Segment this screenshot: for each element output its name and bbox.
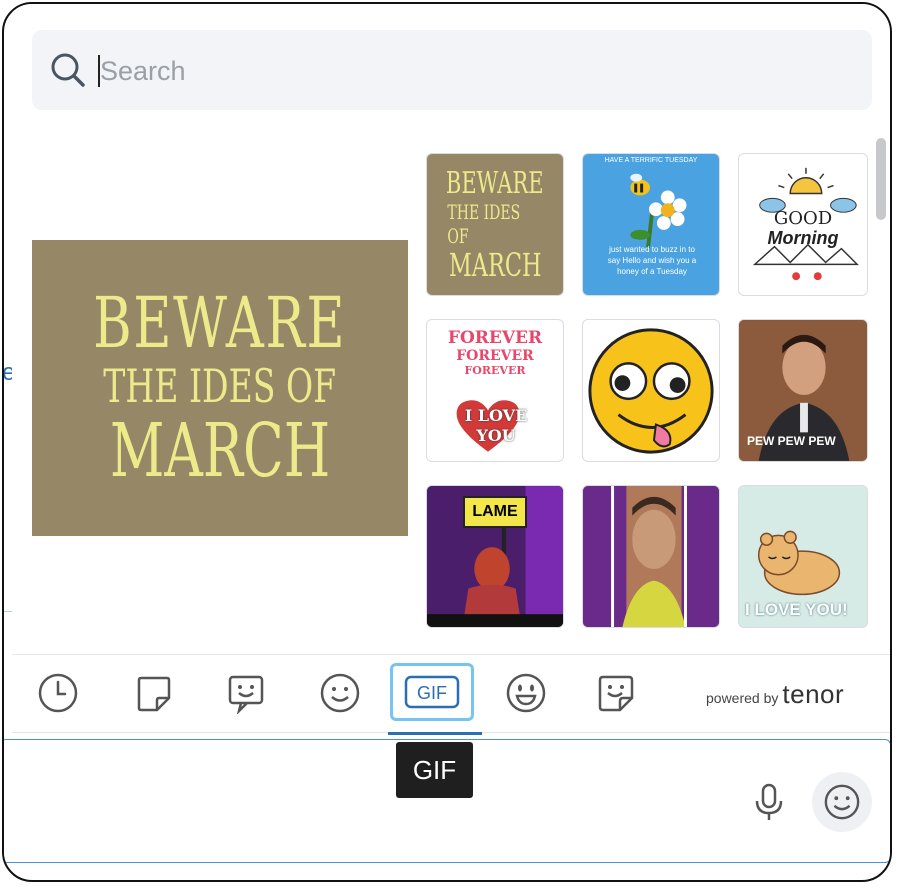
scrollbar-thumb[interactable]	[876, 138, 886, 220]
category-custom-stickers[interactable]	[588, 665, 644, 721]
gif-tile-text: Morning	[767, 228, 839, 248]
gif-tile-text: THE IDES OF	[447, 199, 521, 248]
gif-icon: GIF	[404, 675, 460, 709]
custom-sticker-icon	[598, 675, 634, 712]
gif-tile-sign: LAME	[463, 496, 527, 528]
featured-gif-text-line3: MARCH	[109, 408, 331, 494]
category-custom-emoji[interactable]	[218, 665, 274, 721]
category-animated-emoji[interactable]	[498, 665, 554, 721]
search-icon	[51, 53, 85, 87]
sticker-icon	[137, 676, 171, 712]
gif-tile[interactable]: HAVE A TERRIFIC TUESDAY just wanted to b…	[582, 153, 720, 296]
animated-emoji-icon	[506, 673, 546, 713]
gif-tile[interactable]: GOOD Morning	[738, 153, 868, 296]
featured-gif-text-line1: BEWARE	[93, 282, 347, 364]
gif-tile-text: MARCH	[448, 245, 542, 284]
gif-tile-text: FOREVER	[456, 348, 534, 364]
gif-tile[interactable]: LAME	[426, 485, 564, 628]
category-recent[interactable]	[30, 665, 86, 721]
silly-face-emoji-icon	[588, 328, 714, 454]
gif-tile-caption: PEW PEW PEW	[747, 434, 836, 448]
gif-tile-text: I LOVE YOU	[464, 406, 528, 445]
gif-tile-text: BEWARE	[446, 165, 544, 201]
custom-emoji-icon	[228, 675, 264, 714]
category-bar: GIF powered by tenor	[12, 654, 890, 735]
gif-tile-text: FOREVER	[447, 328, 543, 348]
gif-tile[interactable]	[582, 485, 720, 628]
gif-tile[interactable]: I LOVE YOU!	[738, 485, 868, 628]
gif-tile[interactable]: PEW PEW PEW	[738, 319, 868, 462]
recent-icon	[38, 673, 78, 713]
powered-by-prefix: powered by	[706, 690, 779, 706]
text-caret	[98, 55, 100, 87]
gif-icon-label: GIF	[417, 683, 447, 703]
category-stickers[interactable]	[126, 665, 182, 721]
emoji-icon	[320, 673, 360, 713]
background-divider	[4, 611, 12, 612]
gif-tile[interactable]: BEWARE THE IDES OF MARCH	[426, 153, 564, 296]
category-gif[interactable]: GIF	[390, 663, 474, 721]
gif-tile[interactable]: FOREVER FOREVER FOREVER I LOVE YOU	[426, 319, 564, 462]
gif-picker-panel: BEWARE THE IDES OF MARCH BEWARE THE IDES…	[12, 4, 890, 735]
featured-gif[interactable]: BEWARE THE IDES OF MARCH	[32, 240, 408, 536]
category-emoji[interactable]	[312, 665, 368, 721]
smiley-icon	[824, 784, 860, 820]
search-bar	[32, 30, 872, 110]
emoji-picker-button[interactable]	[812, 772, 872, 832]
active-tab-indicator	[388, 732, 482, 735]
gif-tooltip: GIF	[396, 742, 473, 798]
powered-by-tenor: powered by tenor	[706, 679, 844, 710]
microphone-icon[interactable]	[752, 782, 786, 822]
gif-tile[interactable]	[582, 319, 720, 462]
search-input[interactable]	[98, 48, 802, 94]
popup-frame: e BEWARE THE IDES OF MARCH BEWARE THE ID…	[2, 2, 892, 882]
gif-tile-caption: I LOVE YOU!	[745, 600, 848, 619]
man-gif-illustration	[583, 486, 719, 627]
gif-tile-text: FOREVER	[464, 364, 526, 377]
featured-gif-text-line2: THE IDES OF	[103, 359, 337, 413]
gif-tile-text: GOOD	[773, 208, 833, 229]
tenor-logo: tenor	[782, 679, 845, 709]
gif-tile-message: just wanted to buzz in to say Hello and …	[607, 245, 697, 276]
